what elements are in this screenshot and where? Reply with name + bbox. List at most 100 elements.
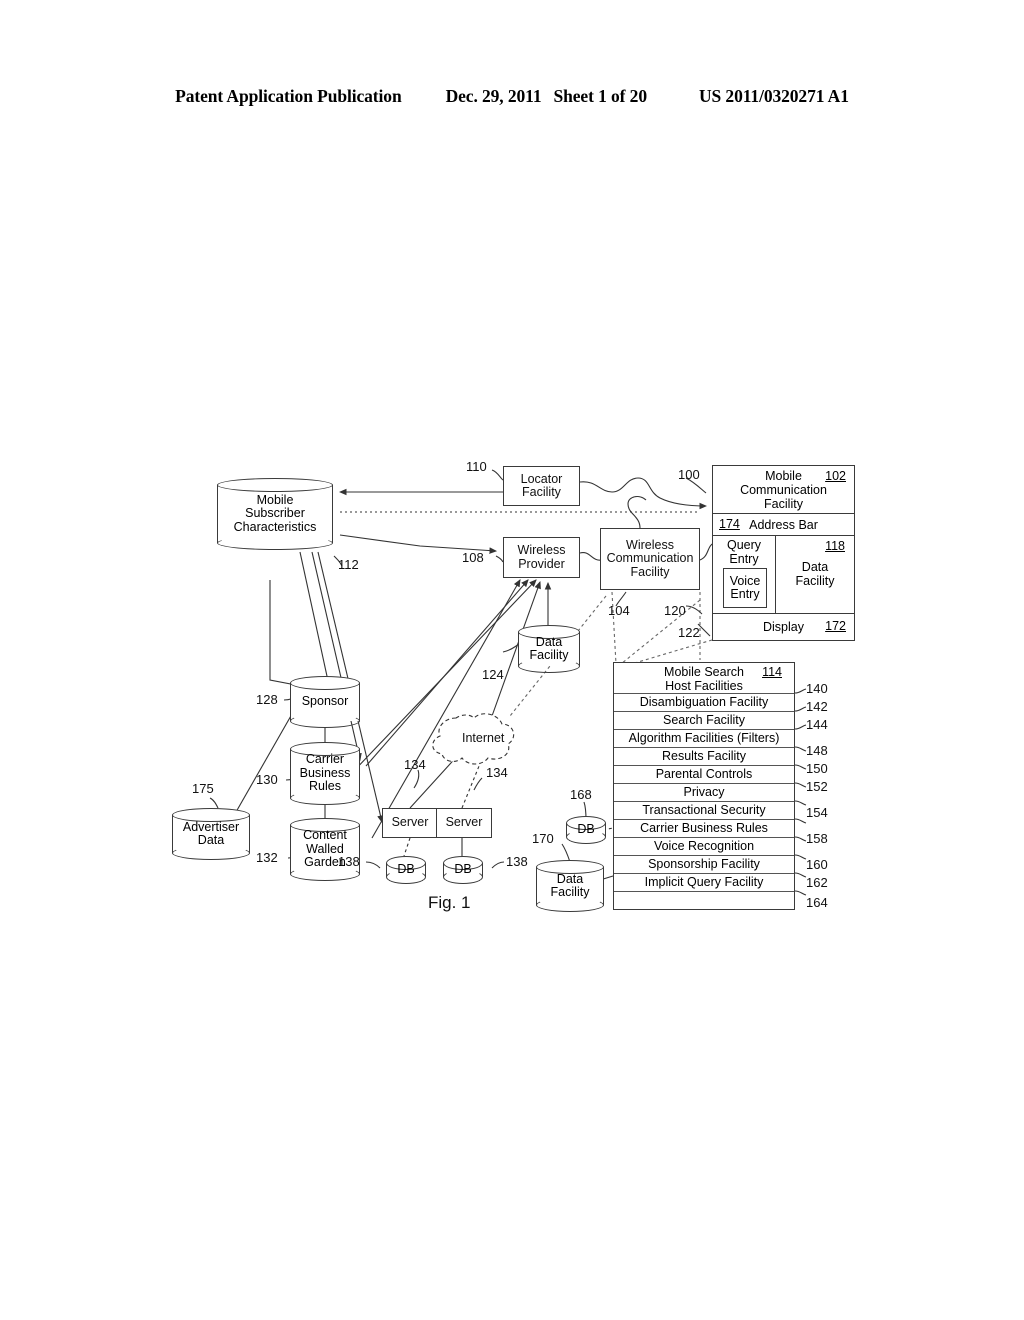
label-line: Wireless bbox=[626, 537, 674, 552]
ref-118: 118 bbox=[825, 539, 845, 553]
label-line: Content bbox=[303, 828, 347, 843]
label-line: Rules bbox=[309, 779, 341, 794]
wireless-communication-facility-label: Wireless Communication Facility bbox=[605, 537, 696, 580]
msh-row-carrier-business-rules: Carrier Business Rules bbox=[614, 820, 794, 838]
label-line: Characteristics bbox=[233, 519, 317, 534]
address-bar[interactable]: 174 Address Bar bbox=[713, 514, 854, 536]
label-line: Wireless bbox=[517, 543, 566, 557]
label-line: Provider bbox=[518, 556, 565, 571]
msh-row-transactional-security: Transactional Security bbox=[614, 802, 794, 820]
content-walled-garden-label: Content Walled Garden bbox=[290, 818, 360, 881]
data-facility-124-db: Data Facility bbox=[518, 625, 580, 673]
ref-122: 122 bbox=[678, 625, 700, 640]
ref-140: 140 bbox=[806, 681, 828, 696]
label-line: Mobile bbox=[256, 492, 294, 507]
mcf-title: 102 Mobile Communication Facility bbox=[713, 466, 854, 514]
data-facility-170-label: Data Facility bbox=[536, 860, 604, 912]
mobile-search-host-facilities-panel: 114 Mobile Search Host Facilities Disamb… bbox=[613, 662, 795, 910]
ref-175: 175 bbox=[192, 781, 214, 796]
label-line: Data bbox=[535, 634, 563, 649]
mcf-data-facility-line: Data bbox=[801, 560, 829, 574]
figure-1-diagram: Mobile Subscriber Characteristics 112 Lo… bbox=[0, 0, 1024, 1320]
ref-102: 102 bbox=[825, 469, 846, 483]
server-right-box: Server bbox=[436, 808, 492, 838]
mobile-subscriber-characteristics-label: Mobile Subscriber Characteristics bbox=[217, 478, 333, 550]
ref-148: 148 bbox=[806, 743, 828, 758]
wireless-communication-facility-box: Wireless Communication Facility bbox=[600, 528, 700, 590]
ref-132: 132 bbox=[256, 850, 278, 865]
msh-row-search-facility: Search Facility bbox=[614, 712, 794, 730]
query-entry[interactable]: Query Entry Voice Entry bbox=[713, 536, 776, 613]
ref-158: 158 bbox=[806, 831, 828, 846]
ref-142: 142 bbox=[806, 699, 828, 714]
label-line: Facility bbox=[522, 485, 561, 499]
sponsor-label: Sponsor bbox=[301, 694, 349, 709]
content-walled-garden-db: Content Walled Garden bbox=[290, 818, 360, 881]
ref-130: 130 bbox=[256, 772, 278, 787]
wireless-provider-box: Wireless Provider bbox=[503, 537, 580, 578]
ref-120: 120 bbox=[664, 603, 686, 618]
ref-138-right: 138 bbox=[506, 854, 528, 869]
label-line: Facility bbox=[529, 648, 569, 662]
db-right-label: DB bbox=[454, 862, 472, 877]
wireless-provider-label: Wireless Provider bbox=[516, 543, 568, 571]
msh-row-algorithm-facilities: Algorithm Facilities (Filters) bbox=[614, 730, 794, 748]
ref-172: 172 bbox=[825, 619, 846, 633]
connector-lines bbox=[209, 469, 807, 896]
figure-caption: Fig. 1 bbox=[428, 893, 471, 912]
label-line: Subscriber bbox=[245, 506, 305, 521]
label-line: Garden bbox=[304, 855, 346, 870]
data-facility-124-label: Data Facility bbox=[518, 625, 580, 673]
db-left-138: DB bbox=[386, 856, 426, 884]
db-168-label: DB bbox=[577, 822, 595, 837]
msh-title-line: Mobile Search bbox=[664, 664, 744, 679]
label-line: Data bbox=[556, 871, 584, 886]
mobile-subscriber-characteristics-db: Mobile Subscriber Characteristics bbox=[217, 478, 333, 550]
address-bar-label: Address Bar bbox=[749, 517, 818, 532]
display-row: Display 172 bbox=[713, 614, 854, 640]
display-label: Display bbox=[763, 620, 804, 634]
server-left-box: Server bbox=[382, 808, 438, 838]
carrier-business-rules-db: Carrier Business Rules bbox=[290, 742, 360, 805]
sponsor-db: Sponsor bbox=[290, 676, 360, 728]
ref-144: 144 bbox=[806, 717, 828, 732]
ref-162: 162 bbox=[806, 875, 828, 890]
db-right-138: DB bbox=[443, 856, 483, 884]
ref-108: 108 bbox=[462, 550, 484, 565]
msh-row-implicit-query-facility: Implicit Query Facility bbox=[614, 874, 794, 892]
label-line: Data bbox=[197, 833, 225, 847]
ref-134-right: 134 bbox=[486, 765, 508, 780]
db-left-label: DB bbox=[397, 862, 415, 877]
msh-row-results-facility: Results Facility bbox=[614, 748, 794, 766]
ref-152: 152 bbox=[806, 779, 828, 794]
label-line: Walled bbox=[306, 841, 344, 856]
msh-row-sponsorship-facility: Sponsorship Facility bbox=[614, 856, 794, 874]
ref-168: 168 bbox=[570, 787, 592, 802]
label-line: Advertiser bbox=[182, 819, 240, 834]
msh-title-line: Host Facilities bbox=[665, 678, 743, 693]
label-line: Locator bbox=[520, 471, 563, 486]
ref-174: 174 bbox=[719, 517, 740, 531]
ref-154: 154 bbox=[806, 805, 828, 820]
mcf-middle-row: Query Entry Voice Entry 118 Data Facilit… bbox=[713, 536, 854, 614]
internet-label: Internet bbox=[462, 731, 505, 745]
advertiser-data-label: Advertiser Data bbox=[172, 808, 250, 860]
label-line: Carrier bbox=[305, 752, 345, 767]
ref-100: 100 bbox=[678, 467, 700, 482]
mcf-title-line: Mobile bbox=[765, 468, 802, 483]
label-line: Business bbox=[299, 765, 351, 780]
ref-150: 150 bbox=[806, 761, 828, 776]
msh-title: 114 Mobile Search Host Facilities bbox=[614, 663, 794, 694]
server-left-label: Server bbox=[391, 815, 429, 830]
mcf-data-facility: 118 Data Facility bbox=[776, 536, 854, 613]
label-line: Communication bbox=[606, 551, 694, 566]
label-line: Facility bbox=[630, 564, 670, 579]
voice-entry-label-line: Voice bbox=[729, 573, 761, 588]
query-entry-label-line: Query bbox=[726, 538, 762, 552]
server-right-label: Server bbox=[445, 815, 483, 830]
msh-row-voice-recognition: Voice Recognition bbox=[614, 838, 794, 856]
db-168: DB bbox=[566, 816, 606, 844]
voice-entry[interactable]: Voice Entry bbox=[723, 568, 767, 608]
ref-104: 104 bbox=[608, 603, 630, 618]
msh-row-privacy: Privacy bbox=[614, 784, 794, 802]
